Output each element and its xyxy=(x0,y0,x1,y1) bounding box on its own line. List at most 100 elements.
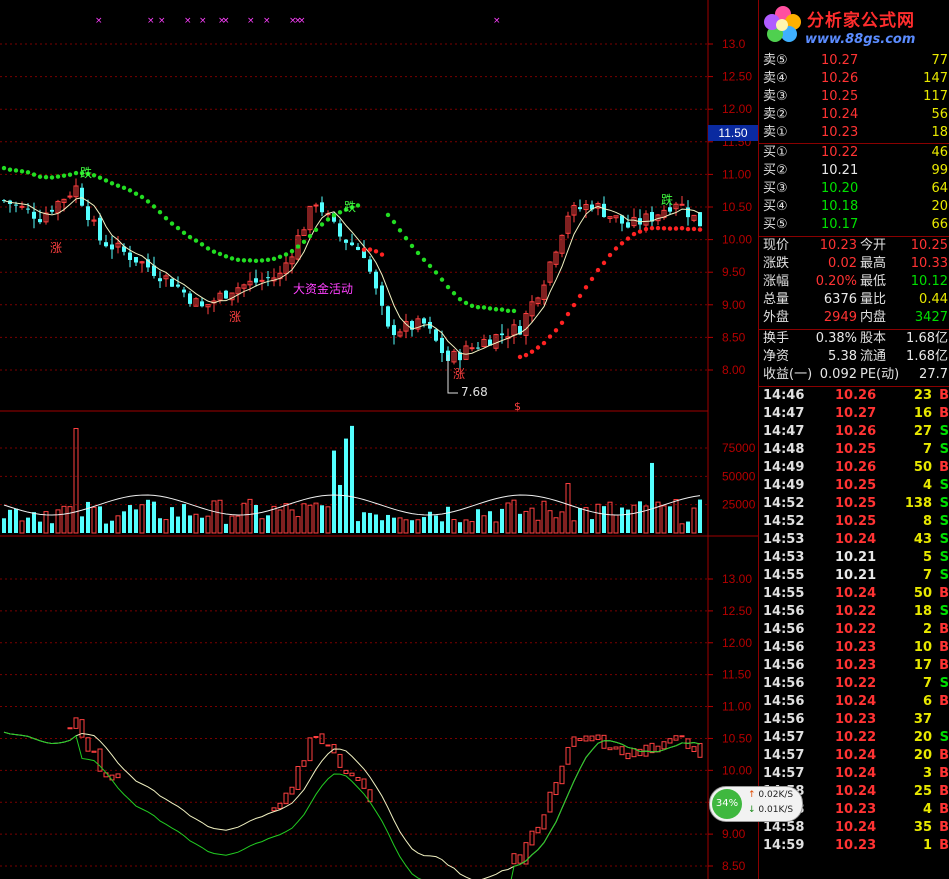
tick-row[interactable]: 14:56 10.22 2 B xyxy=(759,621,949,639)
volume-bar xyxy=(590,519,594,533)
trend-dot xyxy=(391,219,397,225)
tick-row[interactable]: 14:59 10.23 1 B xyxy=(759,837,949,855)
volume-bar xyxy=(500,508,504,533)
tick-row[interactable]: 14:55 10.21 7 S xyxy=(759,567,949,585)
order-book-row[interactable]: 买⑤ 10.17 66 xyxy=(759,216,949,234)
order-book-row[interactable]: 卖③ 10.25 117 xyxy=(759,88,949,106)
volume-bar xyxy=(595,503,601,534)
order-book-row[interactable]: 买② 10.21 99 xyxy=(759,162,949,180)
order-price: 10.24 xyxy=(821,107,859,122)
order-book-row[interactable]: 卖② 10.24 56 xyxy=(759,106,949,124)
order-volume: 18 xyxy=(931,125,948,140)
trend-dot xyxy=(337,210,343,215)
tick-price: 10.21 xyxy=(835,550,877,565)
tick-row[interactable]: 14:49 10.25 4 S xyxy=(759,477,949,495)
volume-bar xyxy=(254,504,258,533)
trend-dot xyxy=(559,320,565,325)
trend-dot xyxy=(127,188,133,193)
tick-price: 10.21 xyxy=(835,568,877,583)
tick-row[interactable]: 14:48 10.25 7 S xyxy=(759,441,949,459)
volume-bar xyxy=(229,515,235,534)
y-tick-label: 12.50 xyxy=(722,604,752,618)
tick-price: 10.25 xyxy=(835,496,877,511)
tick-row[interactable]: 14:46 10.26 23 B xyxy=(759,387,949,405)
tick-row[interactable]: 14:56 10.24 6 B xyxy=(759,693,949,711)
order-book-row[interactable]: 买① 10.22 46 xyxy=(759,144,949,162)
candle-body xyxy=(434,329,438,341)
brand-title: 分析家公式网 xyxy=(807,11,915,31)
order-book-row[interactable]: 卖① 10.23 18 xyxy=(759,124,949,142)
lower-candle xyxy=(679,735,685,738)
volume-bar xyxy=(565,483,571,534)
brand-logo[interactable]: 分析家公式网 www.88gs.com xyxy=(759,0,949,52)
tick-row[interactable]: 14:53 10.21 5 S xyxy=(759,549,949,567)
order-book-row[interactable]: 卖⑤ 10.27 77 xyxy=(759,52,949,70)
trend-dot xyxy=(415,250,421,256)
kline-chart-svg[interactable]: 13.0 12.50 12.00 11.50 11.00 10.50 10.00 9.50 9.… xyxy=(0,0,758,879)
kline-chart-area[interactable]: 13.0 12.50 12.00 11.50 11.00 10.50 10.00 9.50 9.… xyxy=(0,0,758,879)
tick-volume: 7 xyxy=(922,442,932,457)
order-book-row[interactable]: 买③ 10.20 64 xyxy=(759,180,949,198)
lower-candle xyxy=(343,769,349,775)
tick-side: S xyxy=(939,568,949,583)
quote-value: 2949 xyxy=(823,310,857,325)
brand-url: www.88gs.com xyxy=(805,32,916,47)
tick-volume: 10 xyxy=(913,640,932,655)
trend-dot xyxy=(511,308,517,314)
trend-dot xyxy=(463,300,469,306)
tick-row[interactable]: 14:52 10.25 138 S xyxy=(759,495,949,513)
tick-row[interactable]: 14:56 10.22 7 S xyxy=(759,675,949,693)
tick-row[interactable]: 14:47 10.27 16 B xyxy=(759,405,949,423)
tick-time: 14:59 xyxy=(763,838,805,853)
tick-row[interactable]: 14:57 10.24 20 B xyxy=(759,747,949,765)
volume-bar xyxy=(488,511,492,533)
volume-bar xyxy=(374,514,378,533)
tick-price: 10.24 xyxy=(835,784,877,799)
tick-row[interactable]: 14:55 10.24 50 B xyxy=(759,585,949,603)
quote-value: 6376 xyxy=(823,292,857,307)
order-book-row[interactable]: 买④ 10.18 20 xyxy=(759,198,949,216)
volume-bar xyxy=(259,518,265,534)
trend-dot xyxy=(289,248,295,254)
tick-row[interactable]: 14:56 10.22 18 S xyxy=(759,603,949,621)
trend-dot xyxy=(223,254,229,259)
tick-row[interactable]: 14:57 10.24 3 B xyxy=(759,765,949,783)
volume-bar xyxy=(8,509,12,533)
order-price: 10.17 xyxy=(821,217,859,232)
tick-row[interactable]: 14:56 10.23 17 B xyxy=(759,657,949,675)
tick-row[interactable]: 14:49 10.26 50 B xyxy=(759,459,949,477)
trend-dot xyxy=(427,263,433,269)
tick-row[interactable]: 14:52 10.25 8 S xyxy=(759,513,949,531)
annotation-big-fund: 大资金活动 xyxy=(293,281,353,296)
volume-bar xyxy=(620,507,624,533)
tick-row[interactable]: 14:47 10.26 27 S xyxy=(759,423,949,441)
trend-dot xyxy=(421,257,427,262)
candle-body xyxy=(686,207,690,218)
tick-row[interactable]: 14:57 10.22 20 S xyxy=(759,729,949,747)
network-speed-widget[interactable]: 34% ↑ 0.02K/S ↓ 0.01K/S xyxy=(709,786,803,822)
lower-candle xyxy=(625,752,631,760)
signal-x-mark: × xyxy=(199,16,207,26)
quote-value: 10.12 xyxy=(910,274,948,289)
tick-row[interactable]: 14:56 10.23 10 B xyxy=(759,639,949,657)
quote-label: 现价 xyxy=(763,238,790,253)
order-book-row[interactable]: 卖④ 10.26 147 xyxy=(759,70,949,88)
fundamental-row: 换手 0.38% 股本 1.68亿 xyxy=(759,330,949,348)
speed-down-value: 0.01K/S xyxy=(758,805,794,815)
tick-volume: 43 xyxy=(913,532,932,547)
tick-volume: 23 xyxy=(913,388,932,403)
quote-row: 涨幅 0.20% 最低 10.12 xyxy=(759,273,949,291)
volume-bar xyxy=(529,507,535,534)
tick-row[interactable]: 14:56 10.23 37 xyxy=(759,711,949,729)
trend-dot xyxy=(685,226,691,232)
tick-side: S xyxy=(939,532,949,547)
trend-dot xyxy=(397,228,403,233)
y-tick-label: 50000 xyxy=(722,469,756,483)
tick-volume: 4 xyxy=(922,802,932,817)
y-tick-label: 25000 xyxy=(722,498,756,512)
trend-dot xyxy=(253,258,259,264)
trend-dot xyxy=(547,334,553,339)
volume-bar xyxy=(553,517,559,534)
tick-row[interactable]: 14:53 10.24 43 S xyxy=(759,531,949,549)
volume-bar xyxy=(158,518,162,533)
